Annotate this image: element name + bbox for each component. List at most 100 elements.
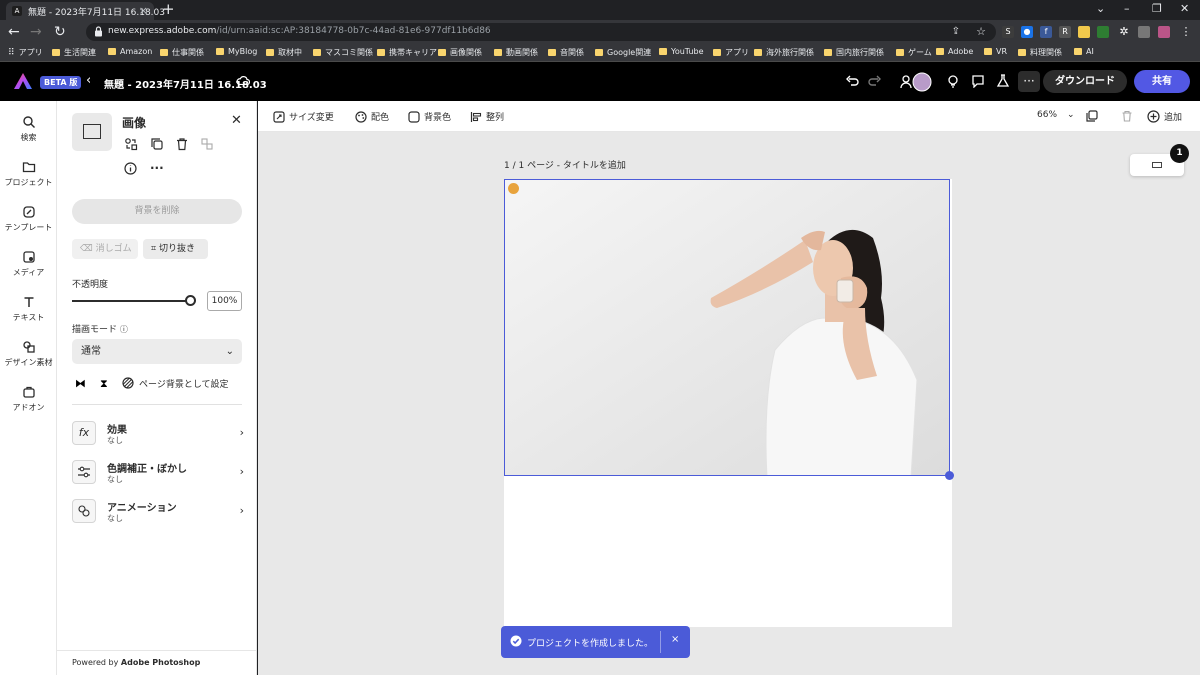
back-chevron-icon[interactable]: ‹: [86, 73, 91, 88]
bookmark-folder[interactable]: Google関連: [595, 47, 651, 58]
bookmark-folder[interactable]: ゲーム: [896, 47, 932, 58]
add-page-button[interactable]: 追加: [1147, 110, 1182, 123]
more-actions-icon[interactable]: ···: [150, 161, 164, 175]
opacity-value-field[interactable]: 100%: [207, 291, 242, 311]
bookmark-folder[interactable]: 音関係: [548, 47, 584, 58]
comment-icon[interactable]: [971, 74, 985, 88]
adjustments-row[interactable]: 色調補正・ぼかし なし ›: [72, 458, 244, 488]
zoom-dropdown[interactable]: 66% ⌄: [1037, 110, 1075, 120]
close-window-button[interactable]: ✕: [1180, 2, 1189, 15]
bookmark-folder[interactable]: 動画関係: [494, 47, 538, 58]
bookmark-folder[interactable]: アプリ: [713, 47, 749, 58]
bookmark-folder[interactable]: YouTube: [659, 47, 704, 56]
selected-photo[interactable]: [504, 179, 950, 476]
bookmark-folder[interactable]: Amazon: [108, 47, 152, 56]
resize-handle[interactable]: [945, 471, 954, 480]
redo-icon[interactable]: [868, 74, 882, 88]
sidebar-panel-icon[interactable]: [1138, 26, 1150, 38]
tab-close-button[interactable]: ×: [139, 4, 148, 17]
rail-item-search[interactable]: 検索: [0, 115, 57, 143]
bookmark-folder[interactable]: マスコミ関係: [313, 47, 373, 58]
rail-item-design-assets[interactable]: デザイン素材: [0, 340, 57, 368]
remove-background-button[interactable]: 背景を削除: [72, 199, 242, 224]
animation-row[interactable]: アニメーション なし ›: [72, 497, 244, 527]
minimize-button[interactable]: –: [1124, 2, 1130, 15]
flip-vertical-icon[interactable]: ⧗: [100, 377, 108, 391]
extension-facebook-icon[interactable]: f: [1040, 26, 1052, 38]
bookmark-folder[interactable]: 生活関連: [52, 47, 96, 58]
rail-item-templates[interactable]: テンプレート: [0, 205, 57, 233]
profile-avatar[interactable]: [1158, 26, 1170, 38]
chrome-menu-icon[interactable]: ⋮: [1180, 26, 1192, 38]
bookmark-folder[interactable]: MyBlog: [216, 47, 257, 56]
replace-image-icon[interactable]: [124, 137, 138, 151]
set-page-background-icon[interactable]: [122, 377, 134, 389]
download-button[interactable]: ダウンロード: [1043, 70, 1127, 93]
eraser-button[interactable]: ⌫ 消しゴム: [72, 239, 138, 259]
toast-close-button[interactable]: ×: [671, 634, 679, 645]
duplicate-icon[interactable]: [150, 137, 164, 151]
flask-icon[interactable]: [996, 74, 1010, 88]
crop-button[interactable]: ⌗ 切り抜き: [143, 239, 208, 259]
info-icon[interactable]: ⓘ: [120, 325, 128, 334]
bookmark-folder[interactable]: 携帯キャリア: [377, 47, 437, 58]
resize-button[interactable]: サイズ変更: [273, 110, 334, 123]
share-button[interactable]: 共有: [1134, 70, 1190, 93]
bookmark-apps[interactable]: ⠿ アプリ: [8, 47, 43, 58]
extension-rw-icon[interactable]: R: [1059, 26, 1071, 38]
rail-item-addons[interactable]: アドオン: [0, 385, 57, 413]
extension-green-icon[interactable]: [1097, 26, 1109, 38]
tab-search-button[interactable]: ⌄: [1096, 2, 1105, 15]
chevron-right-icon: ›: [239, 426, 244, 439]
panel-close-button[interactable]: ✕: [231, 113, 242, 128]
trash-icon[interactable]: [175, 137, 189, 151]
bookmark-folder[interactable]: AI: [1074, 47, 1094, 56]
reload-icon[interactable]: ↻: [54, 24, 66, 40]
lightbulb-icon[interactable]: [946, 74, 960, 88]
url-text: new.express.adobe.com/id/urn:aaid:sc:AP:…: [108, 26, 491, 36]
zoom-value: 66%: [1037, 110, 1058, 120]
omnibox[interactable]: new.express.adobe.com/id/urn:aaid:sc:AP:…: [86, 23, 996, 41]
color-scheme-button[interactable]: 配色: [355, 110, 389, 123]
extension-s-icon[interactable]: S: [1002, 26, 1014, 38]
rail-item-media[interactable]: メディア: [0, 250, 57, 278]
browser-tab[interactable]: A 無題 - 2023年7月11日 16.18.03 ×: [6, 2, 165, 20]
bookmark-folder[interactable]: Adobe: [936, 47, 973, 56]
bookmark-folder[interactable]: 国内旅行関係: [824, 47, 884, 58]
adobe-express-logo-icon[interactable]: [14, 73, 32, 89]
align-button[interactable]: 整列: [470, 110, 504, 123]
bookmark-folder[interactable]: 取材中: [266, 47, 302, 58]
invite-user-icon[interactable]: [898, 72, 932, 92]
extension-blue-icon[interactable]: ●: [1021, 26, 1033, 38]
bookmark-folder[interactable]: 料理関係: [1018, 47, 1062, 58]
extension-yellow-icon[interactable]: [1078, 26, 1090, 38]
image-thumbnail: [72, 113, 112, 151]
maximize-button[interactable]: ❐: [1152, 2, 1162, 15]
bookmark-folder[interactable]: 海外旅行関係: [754, 47, 814, 58]
star-icon[interactable]: ☆: [976, 25, 986, 38]
opacity-slider-track[interactable]: [72, 300, 190, 302]
share-page-icon[interactable]: ⇪: [952, 26, 960, 37]
forward-arrow-icon[interactable]: →: [30, 24, 42, 40]
image-badge-icon[interactable]: [508, 183, 519, 194]
opacity-slider-handle[interactable]: [185, 295, 196, 306]
flip-horizontal-icon[interactable]: ⧓: [75, 377, 86, 390]
bookmark-folder[interactable]: 仕事関係: [160, 47, 204, 58]
rail-item-projects[interactable]: プロジェクト: [0, 160, 57, 188]
canvas-area[interactable]: 1 / 1 ページ - タイトルを追加 1: [258, 132, 1200, 675]
extensions-puzzle-icon[interactable]: ✲: [1118, 26, 1130, 38]
info-icon[interactable]: [124, 162, 137, 175]
rail-item-text[interactable]: テキスト: [0, 295, 57, 323]
background-color-button[interactable]: 背景色: [408, 110, 451, 123]
bookmark-folder[interactable]: 画像関係: [438, 47, 482, 58]
undo-icon[interactable]: [845, 74, 859, 88]
effects-row[interactable]: fx 効果 なし ›: [72, 419, 244, 449]
bookmark-folder[interactable]: VR: [984, 47, 1007, 56]
page-label[interactable]: 1 / 1 ページ - タイトルを追加: [504, 158, 626, 171]
back-arrow-icon[interactable]: ←: [8, 24, 20, 40]
pages-icon[interactable]: [1086, 110, 1098, 122]
new-tab-button[interactable]: +: [162, 2, 175, 17]
set-page-background-button[interactable]: ページ背景として設定: [139, 377, 229, 390]
more-options-icon[interactable]: ···: [1018, 71, 1040, 92]
blend-mode-dropdown[interactable]: 通常 ⌄: [72, 339, 242, 364]
